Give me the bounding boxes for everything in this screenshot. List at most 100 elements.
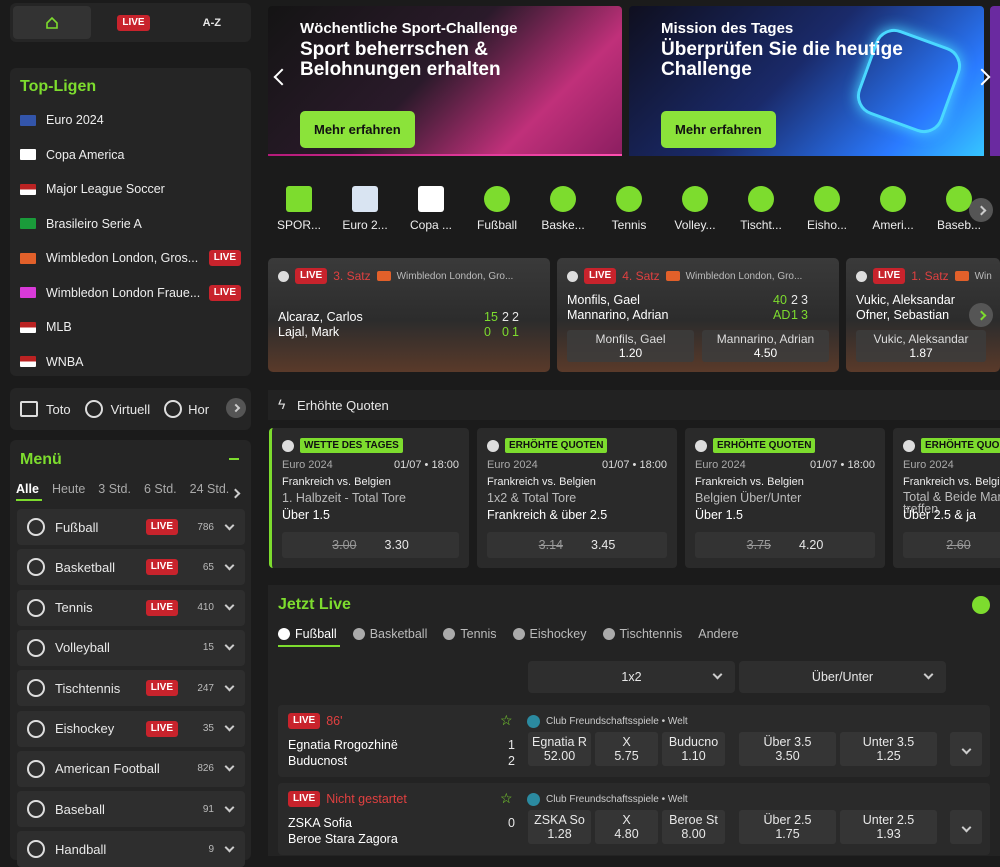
odds-button[interactable]: Über 3.5 3.50 [739,732,836,766]
filter-tab[interactable]: 24 Std. [190,482,230,496]
home-tab[interactable] [13,6,92,39]
sport-tab[interactable]: Tennis [443,627,497,647]
market-select-over-under[interactable]: Über/Unter [739,661,946,693]
sport-strip-item[interactable]: Eisho... [796,172,858,232]
odds-button[interactable]: ZSKA So 1.28 [528,810,591,844]
banner-more-button[interactable]: Mehr erfahren [661,111,776,148]
sport-tab[interactable]: Fußball [278,627,337,647]
filter-tab[interactable]: Alle [16,482,39,496]
sport-row[interactable]: Basketball LIVE 65 [17,549,245,586]
boost-odds-button[interactable]: 3.14 3.45 [487,532,667,558]
event-time: Nicht gestartet [326,792,407,806]
sport-row[interactable]: American Football 826 [17,750,245,787]
boost-tag: ERHÖHTE QUOTEN [487,438,608,453]
league-item[interactable]: Major League Soccer [10,172,251,206]
market-select-1x2[interactable]: 1x2 [528,661,735,693]
league-name: Brasileiro Serie A [46,216,142,231]
filter-tab[interactable]: 3 Std. [98,482,131,496]
boost-odds-button[interactable]: 2.60 [903,532,1000,558]
sport-row[interactable]: Eishockey LIVE 35 [17,710,245,747]
sport-tab[interactable]: Eishockey [512,627,587,647]
az-tab[interactable]: A-Z [173,3,251,42]
odds-button[interactable]: Vukic, Aleksandar 1.87 [856,330,986,362]
sport-tab[interactable]: Basketball [352,627,427,647]
sport-strip-item[interactable]: Ameri... [862,172,924,232]
horse-icon [164,400,183,418]
expand-button[interactable] [950,732,982,766]
sport-strip-label: Eisho... [806,218,848,232]
league-item[interactable]: Wimbledon London Fraue... LIVE [10,276,251,310]
sport-strip-label: Euro 2... [342,218,388,232]
banner-daily-mission[interactable]: Mission des Tages Überprüfen Sie die heu… [629,6,984,156]
odds-button[interactable]: X 4.80 [595,810,658,844]
filters-next-icon[interactable] [230,485,241,500]
odds-button[interactable]: Beroe St 8.00 [662,810,725,844]
extras-next-button[interactable] [226,398,246,418]
boosted-card[interactable]: WETTE DES TAGES Euro 2024 01/07 • 18:00 Fra… [269,428,469,568]
sport-tab[interactable]: Andere [698,627,738,647]
virtual-link[interactable]: Virtuell [84,400,150,418]
live-tab[interactable]: LIVE [94,3,172,42]
sport-strip-icon [352,186,378,212]
sport-strip-item[interactable]: SPOR... [268,172,330,232]
boosted-card[interactable]: ERHÖHTE QUOTEN Euro 2024 01/07 • 18:00 Fran… [477,428,677,568]
filter-tab[interactable]: Heute [52,482,85,496]
sport-row[interactable]: Volleyball 15 [17,629,245,666]
odds-button[interactable]: Monfils, Gael 1.20 [567,330,694,362]
sport-row[interactable]: Tennis LIVE 410 [17,589,245,626]
sport-tab[interactable]: Tischtennis [602,627,682,647]
live-event-row[interactable]: LIVE 86' ☆ Club Freundschaftsspiele • Welt E… [278,705,990,777]
odds-button[interactable]: X 5.75 [595,732,658,766]
league-item[interactable]: Euro 2024 [10,103,251,137]
boost-odds-button[interactable]: 3.00 3.30 [282,532,459,558]
chevron-down-icon [712,669,723,680]
sport-strip-item[interactable]: Volley... [664,172,726,232]
sport-icon [27,518,45,536]
collapse-icon[interactable] [229,458,239,460]
league-item[interactable]: Wimbledon London, Gros... LIVE [10,241,251,275]
menu-panel: Menü Alle Heute 3 Std. 6 Std. 24 Std. Fußbal… [10,440,251,867]
banner-weekly-challenge[interactable]: Wöchentliche Sport-Challenge Sport beher… [268,6,622,156]
odds-button[interactable]: Buducno 1.10 [662,732,725,766]
sport-label: Fußball [55,519,99,535]
boosted-card[interactable]: ERHÖHTE QUOTEN Euro 2024 01/07 • 18:00 Fran… [685,428,885,568]
league-item[interactable]: Brasileiro Serie A [10,207,251,241]
boost-selection: Frankreich & über 2.5 [487,508,608,522]
sport-strip-item[interactable]: Fußball [466,172,528,232]
odds-button[interactable]: Unter 2.5 1.93 [840,810,937,844]
league-item[interactable]: MLB [10,310,251,344]
banner-more-button[interactable]: Mehr erfahren [300,111,415,148]
flag-icon [20,287,36,298]
sport-strip-item[interactable]: Copa ... [400,172,462,232]
sport-row[interactable]: Tischtennis LIVE 247 [17,670,245,707]
match-next-button[interactable] [969,303,993,327]
sport-row[interactable]: Fußball LIVE 786 [17,509,245,545]
sport-strip-item[interactable]: Tennis [598,172,660,232]
sport-row[interactable]: Handball 9 [17,831,245,867]
live-event-row[interactable]: LIVE Nicht gestartet ☆ Club Freundschaftssp… [278,783,990,855]
expand-button[interactable] [950,810,982,844]
sport-strip-item[interactable]: Baske... [532,172,594,232]
filter-tab[interactable]: 6 Std. [144,482,177,496]
odds-button[interactable]: Egnatia R 52.00 [528,732,591,766]
boost-odds-button[interactable]: 3.75 4.20 [695,532,875,558]
sport-strip-icon [616,186,642,212]
odds-button[interactable]: Über 2.5 1.75 [739,810,836,844]
strip-next-button[interactable] [969,198,993,222]
favorite-star-icon[interactable]: ☆ [500,712,513,729]
toto-link[interactable]: Toto [20,401,71,417]
league-item[interactable]: WNBA [10,345,251,379]
live-match-card[interactable]: LIVE 4. Satz Wimbledon London, Gro... Monfi… [557,258,839,372]
league-item[interactable]: Copa America [10,138,251,172]
sport-row[interactable]: Baseball 91 [17,791,245,828]
boosted-card[interactable]: ERHÖHTE QUO Euro 2024 Frankreich vs. Belgi… [893,428,1000,568]
favorite-star-icon[interactable]: ☆ [500,790,513,807]
sport-strip-item[interactable]: Tischt... [730,172,792,232]
sport-icon [27,638,45,657]
odds-button[interactable]: Unter 3.5 1.25 [840,732,937,766]
sport-count: 9 [208,843,214,855]
odds-button[interactable]: Mannarino, Adrian 4.50 [702,330,829,362]
live-match-card[interactable]: LIVE 3. Satz Wimbledon London, Gro... Alcar… [268,258,550,372]
sport-strip-item[interactable]: Euro 2... [334,172,396,232]
horse-link[interactable]: Hor [164,400,209,418]
